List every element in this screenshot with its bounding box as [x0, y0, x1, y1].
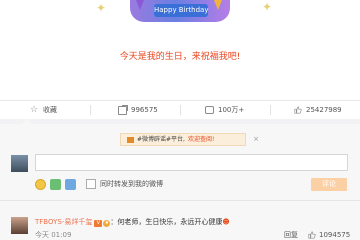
- comment-icon: [205, 106, 214, 114]
- notice-icon: [127, 136, 134, 143]
- emoji-icon[interactable]: [35, 178, 46, 190]
- sparkle-icon: ✦: [262, 0, 273, 14]
- comment-time: 今天 01:09: [35, 231, 72, 239]
- comment-username[interactable]: TFBOYS-易烊千玺: [35, 218, 92, 226]
- post-action-bar: ☆ 收藏 996575 100万+ 25427989: [0, 100, 360, 119]
- comment-actions: 回复 1094575: [284, 230, 350, 240]
- thumbs-up-icon: [308, 231, 316, 239]
- image-icon[interactable]: [50, 178, 61, 190]
- post-headline: 今天是我的生日，来祝福我吧!: [119, 52, 241, 62]
- sparkle-icon: ✦: [96, 1, 107, 15]
- comment-input[interactable]: [35, 154, 348, 171]
- comment-text: ：何老师，生日快乐，永远开心健康: [110, 218, 223, 226]
- comment-like-count: 1094575: [319, 231, 351, 239]
- verified-badge: V: [94, 220, 103, 227]
- divider: [270, 105, 271, 115]
- repost-checkbox[interactable]: [86, 179, 96, 189]
- panel-pointer: [22, 119, 32, 124]
- like-count: 25427989: [306, 106, 342, 114]
- birthday-banner: Happy Birthday: [130, 0, 230, 22]
- divider: [0, 200, 360, 201]
- submit-comment-button[interactable]: 评论: [311, 178, 347, 191]
- close-icon[interactable]: ×: [253, 134, 259, 145]
- star-icon: ☆: [30, 104, 39, 115]
- divider: [90, 105, 91, 115]
- comment-like-button[interactable]: 1094575: [308, 231, 350, 239]
- comment-body: TFBOYS-易烊千玺 V ★：何老师，生日快乐，永远开心健康☻: [35, 217, 230, 227]
- comment-count: 100万+: [218, 106, 245, 114]
- repost-checkbox-label: 同时转发到我的微博: [100, 180, 163, 188]
- comment-toolbar: 同时转发到我的微博: [35, 178, 163, 190]
- reply-button[interactable]: 回复: [284, 230, 298, 240]
- notice-link[interactable]: 欢迎查阅!: [188, 134, 214, 145]
- post-card: Happy Birthday ✦ ✦ 今天是我的生日，来祝福我吧! ☆ 收藏 9…: [0, 0, 360, 119]
- banner-text: Happy Birthday: [154, 4, 209, 17]
- favorite-button[interactable]: ☆ 收藏: [30, 101, 57, 119]
- favorite-label: 收藏: [43, 106, 57, 114]
- divider: [180, 105, 181, 115]
- share-icon: [118, 104, 128, 115]
- comment-panel: #微博辟谣#平台, 欢迎查阅! × 同时转发到我的微博 评论 TFBOYS-易烊…: [0, 119, 360, 240]
- emoji-icon: ☻: [222, 218, 230, 226]
- avatar[interactable]: [11, 217, 28, 234]
- comment-button[interactable]: 100万+: [205, 101, 244, 119]
- notice-prefix: #微博辟谣#平台,: [137, 136, 185, 143]
- thumbs-up-icon: [294, 106, 302, 114]
- avatar[interactable]: [11, 155, 28, 172]
- topic-icon[interactable]: [65, 178, 76, 190]
- like-button[interactable]: 25427989: [294, 101, 342, 119]
- repost-count: 996575: [131, 106, 158, 114]
- rumor-notice: #微博辟谣#平台, 欢迎查阅! ×: [120, 133, 259, 146]
- repost-button[interactable]: 996575: [118, 101, 158, 119]
- weibo-post-page: Happy Birthday ✦ ✦ 今天是我的生日，来祝福我吧! ☆ 收藏 9…: [0, 0, 360, 240]
